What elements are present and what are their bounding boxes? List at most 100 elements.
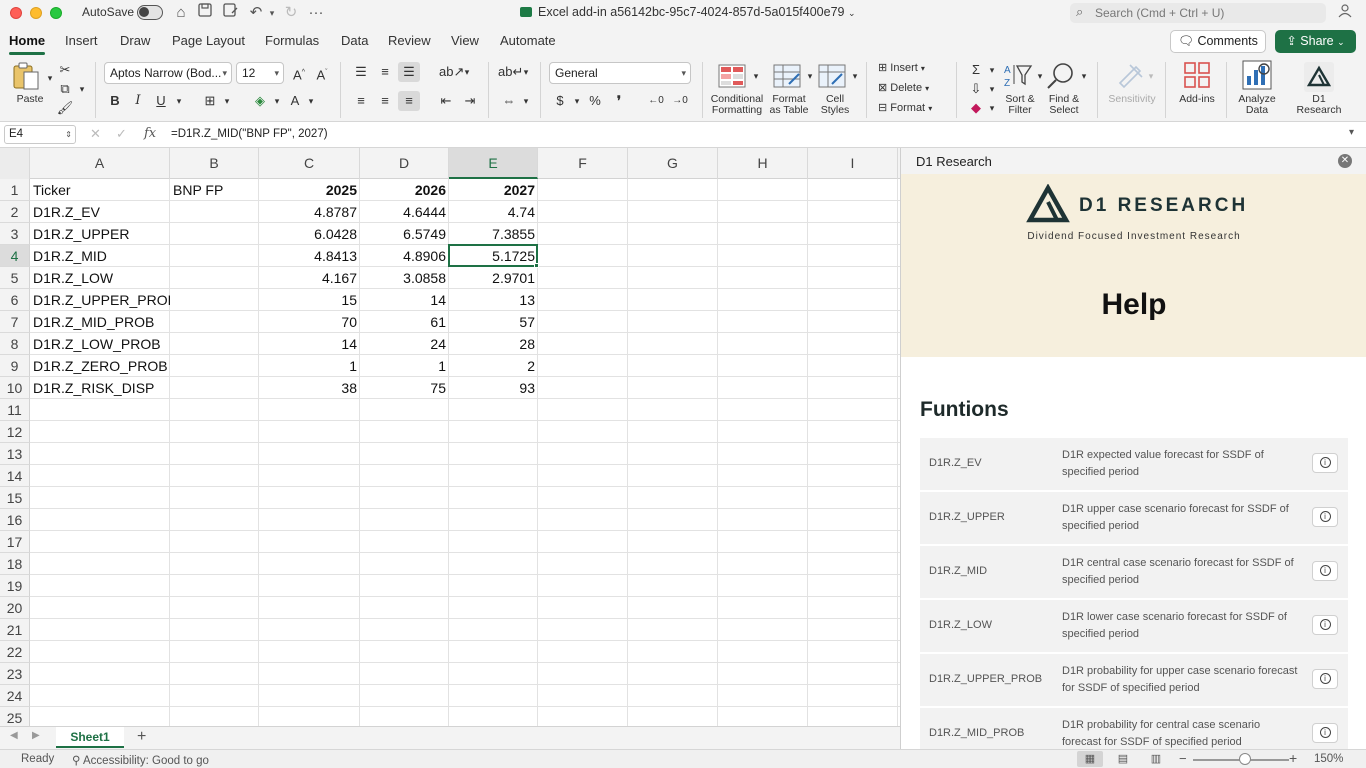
row-header-14[interactable]: 14 <box>0 465 30 487</box>
sheet-tab-sheet1[interactable]: Sheet1 <box>56 727 124 748</box>
font-name-select[interactable]: Aptos Narrow (Bod... ▾ <box>104 62 232 84</box>
row-header-17[interactable]: 17 <box>0 531 30 553</box>
cell-b9[interactable] <box>170 355 259 377</box>
zoom-slider-thumb[interactable] <box>1239 753 1251 765</box>
italic-button[interactable]: I <box>127 91 149 111</box>
decrease-decimal-icon[interactable]: →0 <box>669 91 691 111</box>
cell-e2[interactable]: 4.74 <box>449 201 538 223</box>
cell-a6[interactable]: D1R.Z_UPPER_PROB <box>30 289 170 311</box>
cell-e9[interactable]: 2 <box>449 355 538 377</box>
account-icon[interactable] <box>1338 3 1354 22</box>
insert-function-icon[interactable]: fx <box>144 126 156 141</box>
zoom-level[interactable]: 150% <box>1314 753 1343 765</box>
cell-a8[interactable]: D1R.Z_LOW_PROB <box>30 333 170 355</box>
function-info-button[interactable]: i <box>1312 723 1338 743</box>
find-select-dropdown-icon[interactable]: ▾ <box>1073 66 1095 86</box>
cell-e3[interactable]: 7.3855 <box>449 223 538 245</box>
align-bottom-icon[interactable]: ☰ <box>398 62 420 82</box>
accessibility-status[interactable]: ⚲ Accessibility: Good to go <box>72 753 209 767</box>
function-info-button[interactable]: i <box>1312 507 1338 527</box>
cell-a7[interactable]: D1R.Z_MID_PROB <box>30 311 170 333</box>
format-cells-button[interactable]: ⊟ Format ▾ <box>878 101 948 114</box>
window-minimize-button[interactable] <box>30 7 42 19</box>
close-pane-icon[interactable]: ✕ <box>1338 154 1352 168</box>
cell-d2[interactable]: 4.6444 <box>360 201 449 223</box>
cell-a4[interactable]: D1R.Z_MID <box>30 245 170 267</box>
tab-home[interactable]: Home <box>9 33 46 55</box>
decrease-indent-icon[interactable]: ⇤ <box>435 91 457 111</box>
cell-b1[interactable]: BNP FP <box>170 179 259 201</box>
orientation-dropdown-icon[interactable]: ▾ <box>456 62 478 82</box>
row-header-23[interactable]: 23 <box>0 663 30 685</box>
format-painter-icon[interactable]: 🖌 <box>54 98 76 118</box>
increase-font-size-icon[interactable]: A^ <box>288 63 310 83</box>
normal-view-icon[interactable]: ▦ <box>1077 751 1103 767</box>
column-header-f[interactable]: F <box>538 148 628 179</box>
align-right-icon[interactable]: ≡ <box>398 91 420 111</box>
zoom-in-button[interactable]: + <box>1289 750 1297 766</box>
cut-icon[interactable]: ✂ <box>54 60 76 80</box>
tab-draw[interactable]: Draw <box>120 33 150 48</box>
cell-b2[interactable] <box>170 201 259 223</box>
save-icon[interactable] <box>195 3 215 23</box>
row-header-12[interactable]: 12 <box>0 421 30 443</box>
find-select-icon[interactable] <box>1046 62 1076 93</box>
cell-d8[interactable]: 24 <box>360 333 449 355</box>
analyze-data-icon[interactable] <box>1242 60 1272 93</box>
column-header-d[interactable]: D <box>360 148 449 179</box>
row-header-4[interactable]: 4 <box>0 245 30 267</box>
cell-a3[interactable]: D1R.Z_UPPER <box>30 223 170 245</box>
copy-dropdown-icon[interactable]: ▾ <box>71 79 93 99</box>
cell-e1[interactable]: 2027 <box>449 179 538 201</box>
wrap-text-dropdown-icon[interactable]: ▾ <box>515 62 537 82</box>
comma-style-icon[interactable]: ❜ <box>608 91 630 111</box>
search-input[interactable]: ⌕ Search (Cmd + Ctrl + U) <box>1070 3 1326 23</box>
number-format-select[interactable]: General ▾ <box>549 62 691 84</box>
cell-b8[interactable] <box>170 333 259 355</box>
tab-view[interactable]: View <box>451 33 479 48</box>
tab-data[interactable]: Data <box>341 33 368 48</box>
cell-d1[interactable]: 2026 <box>360 179 449 201</box>
cell-c6[interactable]: 15 <box>259 289 360 311</box>
row-header-1[interactable]: 1 <box>0 179 30 201</box>
cell-c9[interactable]: 1 <box>259 355 360 377</box>
row-header-3[interactable]: 3 <box>0 223 30 245</box>
row-header-16[interactable]: 16 <box>0 509 30 531</box>
tab-insert[interactable]: Insert <box>65 33 98 48</box>
column-header-i[interactable]: I <box>808 148 898 179</box>
row-header-7[interactable]: 7 <box>0 311 30 333</box>
d1-research-logo-icon[interactable] <box>1304 62 1334 92</box>
redo-icon[interactable]: ↻ <box>281 3 301 23</box>
undo-dropdown-icon[interactable]: ▾ <box>262 3 282 23</box>
row-header-19[interactable]: 19 <box>0 575 30 597</box>
font-size-select[interactable]: 12 ▾ <box>236 62 284 84</box>
cell-e5[interactable]: 2.9701 <box>449 267 538 289</box>
fill-handle[interactable] <box>534 263 539 268</box>
row-header-15[interactable]: 15 <box>0 487 30 509</box>
cell-c3[interactable]: 6.0428 <box>259 223 360 245</box>
align-center-icon[interactable]: ≡ <box>374 91 396 111</box>
expand-formula-bar-icon[interactable]: ▾ <box>1349 127 1354 138</box>
cell-b4[interactable] <box>170 245 259 267</box>
format-as-table-icon[interactable] <box>773 64 801 91</box>
row-header-21[interactable]: 21 <box>0 619 30 641</box>
cell-a1[interactable]: Ticker <box>30 179 170 201</box>
cell-d6[interactable]: 14 <box>360 289 449 311</box>
cell-b3[interactable] <box>170 223 259 245</box>
sheet-prev-icon[interactable]: ◀ <box>10 730 18 741</box>
borders-dropdown-icon[interactable]: ▾ <box>216 91 238 111</box>
cell-e6[interactable]: 13 <box>449 289 538 311</box>
row-header-2[interactable]: 2 <box>0 201 30 223</box>
page-layout-view-icon[interactable]: ▤ <box>1110 751 1136 767</box>
decrease-font-size-icon[interactable]: Aˇ <box>311 63 333 83</box>
cell-styles-dropdown-icon[interactable]: ▾ <box>844 66 866 86</box>
add-sheet-button[interactable]: + <box>137 727 146 747</box>
delete-cells-button[interactable]: ⊠ Delete ▾ <box>878 81 948 94</box>
cell-d4[interactable]: 4.8906 <box>360 245 449 267</box>
tab-review[interactable]: Review <box>388 33 431 48</box>
function-info-button[interactable]: i <box>1312 453 1338 473</box>
formula-input[interactable]: =D1R.Z_MID("BNP FP", 2027) <box>171 128 328 140</box>
bold-button[interactable]: B <box>104 91 126 111</box>
tab-page-layout[interactable]: Page Layout <box>172 33 245 48</box>
zoom-out-button[interactable]: − <box>1179 751 1187 766</box>
